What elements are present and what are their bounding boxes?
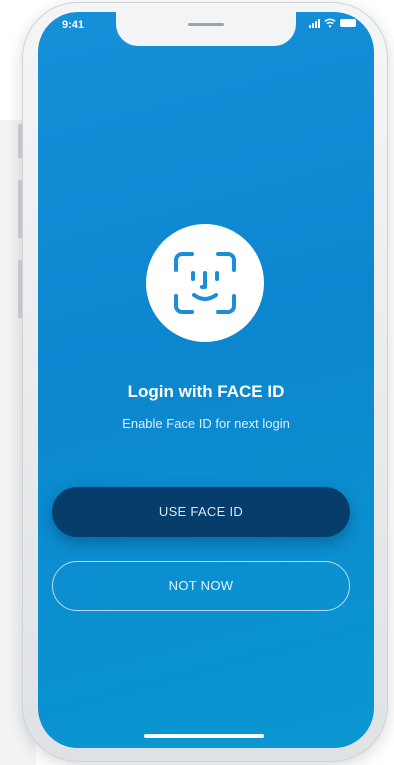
- face-id-badge: [146, 224, 264, 342]
- status-icons: [309, 18, 356, 28]
- notch-speaker: [188, 23, 224, 26]
- phone-screen: 9:41 Login with FACE ID Enable Face ID f…: [38, 12, 374, 748]
- wifi-icon: [324, 18, 336, 28]
- battery-icon: [340, 19, 356, 27]
- signal-icon: [309, 18, 320, 28]
- use-face-id-button[interactable]: USE FACE ID: [52, 487, 350, 537]
- login-title: Login with FACE ID: [127, 382, 285, 401]
- home-indicator[interactable]: [144, 734, 264, 738]
- face-id-icon: [174, 252, 236, 314]
- status-time: 9:41: [62, 19, 85, 31]
- login-subtitle: Enable Face ID for next login: [122, 416, 290, 431]
- not-now-button[interactable]: NOT NOW: [52, 561, 350, 611]
- phone-notch: [116, 12, 296, 46]
